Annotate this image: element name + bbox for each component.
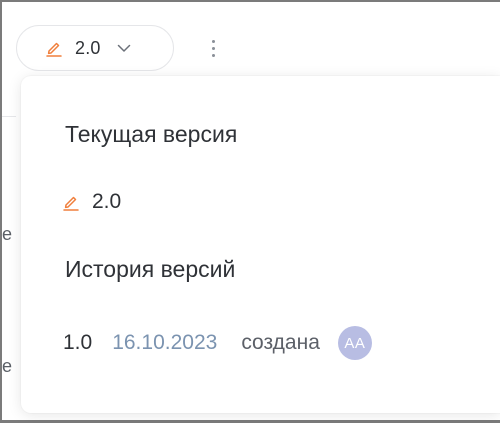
version-history-heading: История версий [65, 256, 236, 282]
version-label: 2.0 [75, 37, 101, 58]
avatar[interactable]: АА [337, 326, 372, 360]
history-item[interactable]: 1.0 16.10.2023 создана АА [63, 326, 372, 360]
chevron-down-icon [117, 41, 131, 55]
history-date: 16.10.2023 [112, 331, 218, 354]
background-page: e e [2, 68, 16, 420]
background-text: e [2, 356, 13, 376]
current-version-heading: Текущая версия [65, 121, 238, 147]
more-options-icon[interactable] [205, 34, 221, 62]
current-version-number: 2.0 [92, 190, 122, 213]
background-text: e [2, 224, 13, 244]
divider [2, 116, 16, 117]
version-selector-button[interactable]: 2.0 [16, 25, 174, 71]
current-version-item[interactable]: 2.0 [62, 190, 121, 214]
kebab-dot [211, 46, 215, 50]
kebab-dot [211, 53, 215, 57]
version-dropdown: Текущая версия 2.0 История версий 1.0 16… [21, 76, 500, 413]
history-version-number: 1.0 [63, 331, 93, 354]
pencil-icon [62, 193, 80, 211]
kebab-dot [211, 39, 215, 43]
history-action: создана [241, 331, 320, 354]
pencil-icon [45, 39, 63, 57]
